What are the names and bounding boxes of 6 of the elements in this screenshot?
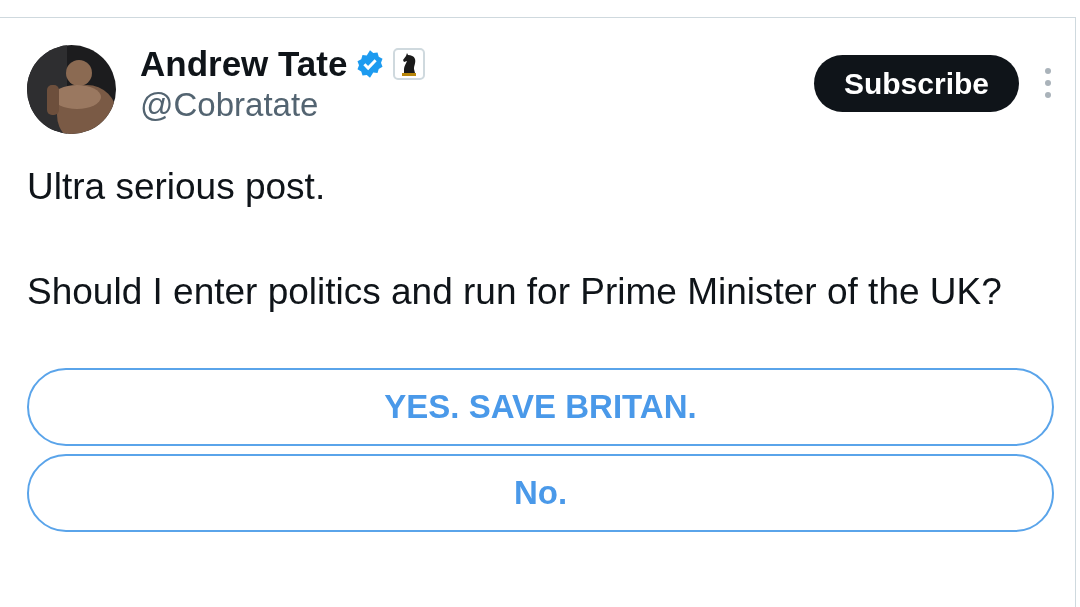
author-handle[interactable]: @Cobratate: [140, 83, 814, 127]
subscribe-button[interactable]: Subscribe: [813, 55, 1019, 112]
author-name[interactable]: Andrew Tate: [140, 45, 348, 84]
post-text: Ultra serious post.: [27, 165, 327, 209]
post-text: Should I enter politics and run for Prime Minister of the UK?: [27, 270, 1003, 314]
more-options-icon[interactable]: [1043, 67, 1053, 99]
